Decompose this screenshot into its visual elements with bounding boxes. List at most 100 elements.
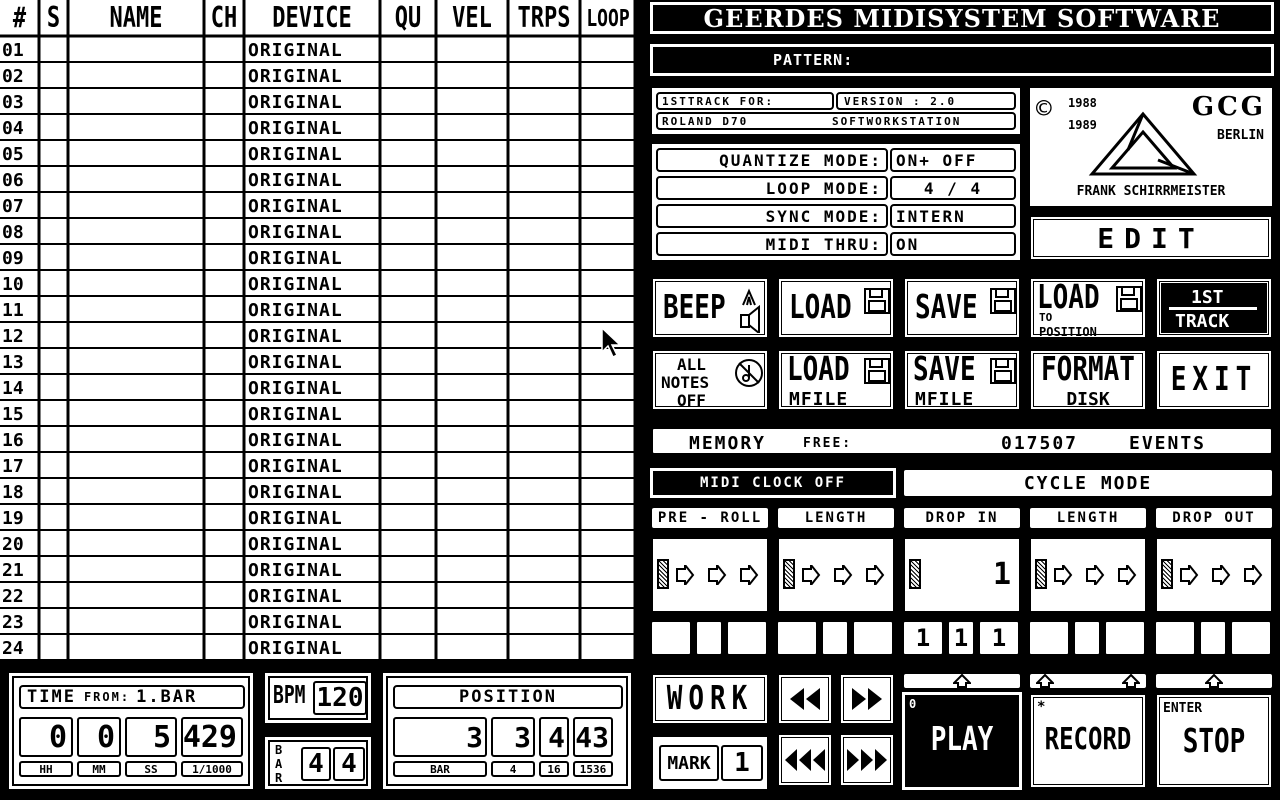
table-row[interactable]: 18 ORIGINAL [0,479,636,505]
table-row[interactable]: 13 ORIGINAL [0,349,636,375]
track-device[interactable]: ORIGINAL [248,609,378,635]
position-tick[interactable]: 43 [573,717,613,757]
rewind-button[interactable] [776,672,834,726]
first-track-button[interactable]: 1ST TRACK [1154,276,1274,340]
track-device[interactable]: ORIGINAL [248,167,378,193]
fast-forward-button[interactable] [838,672,896,726]
cycle-field-drop-in[interactable]: 1 [902,536,1022,614]
bar-numerator[interactable]: 4 [301,747,331,781]
track-device[interactable]: ORIGINAL [248,37,378,63]
table-row[interactable]: 11 ORIGINAL [0,297,636,323]
mark-value[interactable]: 1 [721,745,763,781]
track-device[interactable]: ORIGINAL [248,271,378,297]
table-row[interactable]: 24 ORIGINAL [0,635,636,661]
record-button[interactable]: * RECORD [1028,692,1148,790]
load-mfile-button[interactable]: LOAD MFILE [776,348,896,412]
loop-mode-value[interactable]: 4 / 4 [890,176,1016,200]
cycle-cell-length-1-1[interactable] [776,620,818,656]
track-device[interactable]: ORIGINAL [248,583,378,609]
cycle-cell-pre-roll-2[interactable] [695,620,723,656]
midi-thru-value[interactable]: ON [890,232,1016,256]
all-notes-off-button[interactable]: ALL NOTES OFF [650,348,770,412]
track-device[interactable]: ORIGINAL [248,453,378,479]
track-device[interactable]: ORIGINAL [248,531,378,557]
track-device[interactable]: ORIGINAL [248,141,378,167]
load-to-position-button[interactable]: LOAD TO POSITION [1028,276,1148,340]
cycle-cell-length-1-2[interactable] [821,620,849,656]
track-device[interactable]: ORIGINAL [248,323,378,349]
track-device[interactable]: ORIGINAL [248,245,378,271]
table-row[interactable]: 19 ORIGINAL [0,505,636,531]
cycle-cell-length-2-1[interactable] [1028,620,1070,656]
track-device[interactable]: ORIGINAL [248,115,378,141]
play-button[interactable]: 0 PLAY [902,692,1022,790]
track-device[interactable]: ORIGINAL [248,219,378,245]
cycle-cell-drop-out-3[interactable] [1230,620,1272,656]
table-row[interactable]: 21 ORIGINAL [0,557,636,583]
midi-clock-button[interactable]: MIDI CLOCK OFF [650,468,896,498]
cycle-cell-length-1-3[interactable] [852,620,894,656]
cycle-cell-drop-out-2[interactable] [1199,620,1227,656]
cycle-cell-pre-roll-3[interactable] [726,620,768,656]
table-row[interactable]: 14 ORIGINAL [0,375,636,401]
table-row[interactable]: 07 ORIGINAL [0,193,636,219]
save-button[interactable]: SAVE [902,276,1022,340]
track-device[interactable]: ORIGINAL [248,479,378,505]
exit-button[interactable]: EXIT [1154,348,1274,412]
cycle-cell-drop-in-1[interactable]: 1 [902,620,944,656]
table-row[interactable]: 09 ORIGINAL [0,245,636,271]
cycle-cell-length-2-3[interactable] [1104,620,1146,656]
table-row[interactable]: 04 ORIGINAL [0,115,636,141]
forward-to-end-button[interactable] [838,732,896,788]
track-device[interactable]: ORIGINAL [248,89,378,115]
cycle-field-length-1[interactable] [776,536,896,614]
table-row[interactable]: 03 ORIGINAL [0,89,636,115]
table-row[interactable]: 08 ORIGINAL [0,219,636,245]
work-button[interactable]: WORK [650,672,770,726]
cycle-mode-button[interactable]: CYCLE MODE [902,468,1274,498]
table-row[interactable]: 22 ORIGINAL [0,583,636,609]
table-row[interactable]: 17 ORIGINAL [0,453,636,479]
cycle-field-length-2[interactable] [1028,536,1148,614]
save-mfile-button[interactable]: SAVE MFILE [902,348,1022,412]
load-button[interactable]: LOAD [776,276,896,340]
cycle-cell-length-2-2[interactable] [1073,620,1101,656]
table-row[interactable]: 12 ORIGINAL [0,323,636,349]
pattern-bar[interactable]: PATTERN: [650,44,1274,76]
edit-button[interactable]: EDIT [1028,214,1274,262]
table-row[interactable]: 05 ORIGINAL [0,141,636,167]
quantize-mode-value[interactable]: ON+ OFF [890,148,1016,172]
format-disk-button[interactable]: FORMAT DISK [1028,348,1148,412]
table-row[interactable]: 20 ORIGINAL [0,531,636,557]
track-device[interactable]: ORIGINAL [248,427,378,453]
table-row[interactable]: 01 ORIGINAL [0,37,636,63]
bpm-value[interactable]: 120 [313,681,367,715]
track-device[interactable]: ORIGINAL [248,375,378,401]
position-bar[interactable]: 3 [393,717,487,757]
beep-button[interactable]: BEEP [650,276,770,340]
table-row[interactable]: 15 ORIGINAL [0,401,636,427]
cycle-field-drop-out[interactable] [1154,536,1274,614]
mark-label[interactable]: MARK [659,745,719,781]
table-row[interactable]: 02 ORIGINAL [0,63,636,89]
table-row[interactable]: 06 ORIGINAL [0,167,636,193]
track-device[interactable]: ORIGINAL [248,297,378,323]
cycle-cell-drop-out-1[interactable] [1154,620,1196,656]
track-device[interactable]: ORIGINAL [248,193,378,219]
bar-denominator[interactable]: 4 [333,747,365,781]
table-row[interactable]: 16 ORIGINAL [0,427,636,453]
track-device[interactable]: ORIGINAL [248,349,378,375]
track-device[interactable]: ORIGINAL [248,557,378,583]
stop-button[interactable]: ENTER STOP [1154,692,1274,790]
rewind-to-start-button[interactable] [776,732,834,788]
track-device[interactable]: ORIGINAL [248,505,378,531]
cycle-cell-pre-roll-1[interactable] [650,620,692,656]
cycle-field-pre-roll[interactable] [650,536,770,614]
position-sixteenth[interactable]: 4 [539,717,569,757]
table-row[interactable]: 23 ORIGINAL [0,609,636,635]
sync-mode-value[interactable]: INTERN [890,204,1016,228]
track-device[interactable]: ORIGINAL [248,635,378,661]
cycle-cell-drop-in-3[interactable]: 1 [978,620,1020,656]
track-device[interactable]: ORIGINAL [248,63,378,89]
table-row[interactable]: 10 ORIGINAL [0,271,636,297]
